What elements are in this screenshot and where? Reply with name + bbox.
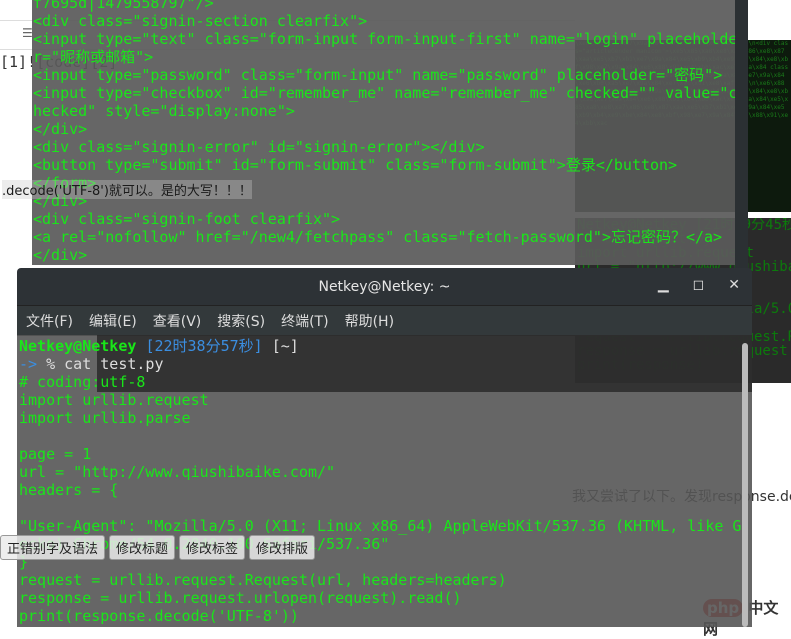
terminal-window[interactable]: Netkey@Netkey: ~ ▁ ◻ ✕ 文件(F) 编辑(E) 查看(V) 搜… xyxy=(17,268,752,627)
command: % cat test.py xyxy=(46,355,164,373)
menu-view[interactable]: 查看(V) xyxy=(153,311,202,331)
code-line: page = 1 xyxy=(19,445,92,463)
code-line: import urllib.parse xyxy=(19,409,191,427)
code-line: r="昵称或邮箱"> xyxy=(33,48,154,66)
terminal-menubar: 文件(F) 编辑(E) 查看(V) 搜索(S) 终端(T) 帮助(H) xyxy=(17,305,752,336)
prompt-user: Netkey@Netkey xyxy=(19,337,137,355)
prompt-dir: [~] xyxy=(271,337,299,355)
code-line: response = urllib.request.urlopen(reques… xyxy=(19,589,462,607)
code-line: f7695d|1479558797"/> xyxy=(33,0,214,12)
prompt-arrow: -> xyxy=(19,355,38,373)
code-line: <input type="password" class="form-input… xyxy=(33,66,723,84)
code-line: <a rel="nofollow" href="/new4/fetchpass"… xyxy=(33,228,723,246)
code-line: </form> xyxy=(33,174,97,192)
code-line: import urllib.request xyxy=(19,391,209,409)
terminal-content[interactable]: Netkey@Netkey [22时38分57秒] [~] -> % cat t… xyxy=(17,335,752,627)
code-line: <div class="signin-section clearfix"> xyxy=(33,12,368,30)
menu-file[interactable]: 文件(F) xyxy=(26,311,73,331)
menu-edit[interactable]: 编辑(E) xyxy=(89,311,137,331)
code-line: url = "http://www.qiushibaike.com/" xyxy=(19,463,336,481)
code-line: hecked" style="display:none"> xyxy=(33,102,295,120)
code-line: "User-Agent": "Mozilla/5.0 (X11; Linux x… xyxy=(19,517,742,535)
code-line: <input type="text" class="form-input for… xyxy=(33,30,735,48)
menu-help[interactable]: 帮助(H) xyxy=(345,311,394,331)
code-line: </div> xyxy=(33,192,88,210)
code-line: # coding:utf-8 xyxy=(19,373,146,391)
prompt-time: [22时38分57秒] xyxy=(145,337,263,355)
menu-terminal[interactable]: 终端(T) xyxy=(281,311,328,331)
code-line: </div> xyxy=(33,246,88,264)
menu-search[interactable]: 搜索(S) xyxy=(217,311,265,331)
code-line: print(response.decode('UTF-8')) xyxy=(19,607,299,625)
code-line: } xyxy=(19,553,29,571)
code-line: headers = { xyxy=(19,481,119,499)
code-line: </div> xyxy=(33,120,88,138)
code-line: <button type="submit" id="form-submit" c… xyxy=(33,156,678,174)
terminal-title: Netkey@Netkey: ~ xyxy=(318,278,451,295)
code-line: request = urllib.request.Request(url, he… xyxy=(19,571,507,589)
minimize-icon[interactable]: ▁ xyxy=(658,277,669,293)
code-line: ecko) Chrome/54.0.2840.100 Safari/537.36… xyxy=(19,535,390,553)
code-line: <div class="signin-foot clearfix"> xyxy=(33,210,341,228)
close-icon[interactable]: ✕ xyxy=(728,277,740,293)
window-edge xyxy=(735,0,748,300)
maximize-icon[interactable]: ◻ xyxy=(693,277,705,293)
terminal-titlebar[interactable]: Netkey@Netkey: ~ ▁ ◻ ✕ xyxy=(17,268,752,305)
html-source-window: f7695d|1479558797"/> <div class="signin-… xyxy=(32,0,735,265)
scrollbar[interactable] xyxy=(742,343,748,627)
code-line: <input type="checkbox" id="remember_me" … xyxy=(33,84,735,102)
code-line: <div class="signin-error" id="signin-err… xyxy=(33,138,485,156)
